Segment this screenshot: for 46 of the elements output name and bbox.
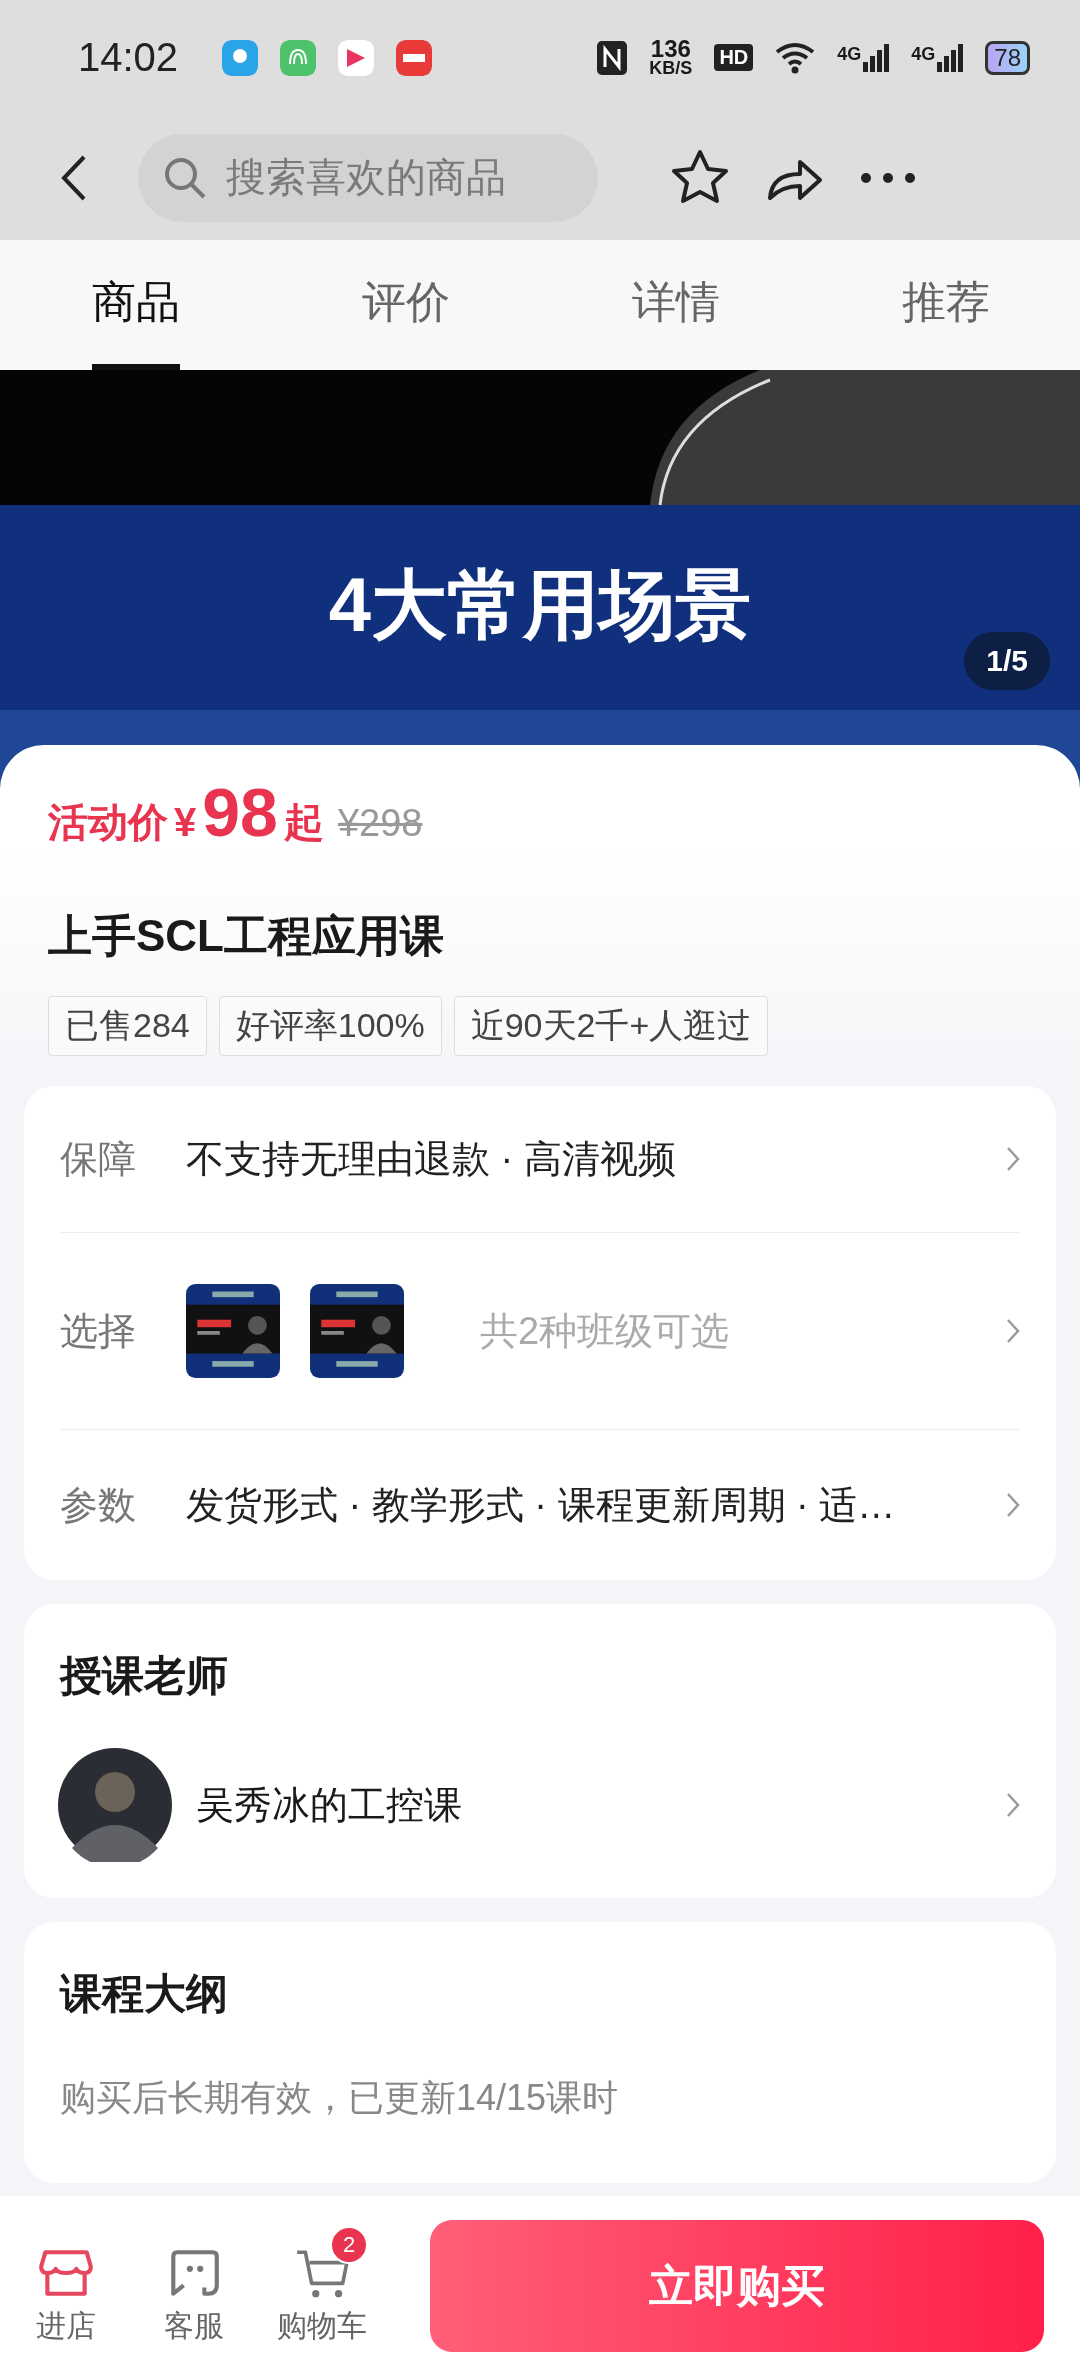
banner-caption: 4大常用场景 [328, 561, 752, 649]
status-time: 14:02 [78, 35, 179, 80]
chevron-right-icon [1006, 1492, 1020, 1518]
app-icon [338, 39, 375, 76]
teacher-name[interactable]: 吴秀冰的工控课 [196, 1779, 982, 1831]
stat-tag: 已售284 [48, 996, 207, 1056]
search-field[interactable]: 搜索喜欢的商品 [138, 133, 598, 222]
section-heading: 课程大纲 [58, 1969, 229, 2019]
tab[interactable]: 推荐 [902, 240, 990, 370]
outline-note: 购买后长期有效，已更新14/15课时 [59, 2076, 620, 2120]
row-value: 发货形式 · 教学形式 · 课程更新周期 · 适… [186, 1482, 897, 1528]
signal-indicator: 4G [837, 43, 890, 72]
hd-indicator: HD [714, 44, 754, 71]
chevron-right-icon [1006, 1318, 1020, 1344]
stat-tag: 好评率100% [218, 996, 442, 1056]
signal-indicator: 4G [911, 43, 964, 72]
stat-tag: 近90天2千+人逛过 [453, 996, 769, 1056]
app-icon [222, 39, 259, 76]
chevron-right-icon [1006, 1146, 1020, 1172]
battery-indicator: 78 [985, 40, 1030, 75]
avatar[interactable] [58, 1748, 172, 1862]
chevron-right-icon [1006, 1792, 1020, 1818]
row-value: 共2种班级可选 [480, 1308, 730, 1354]
count-badge: 2 [330, 2225, 368, 2264]
price-label: 活动价 [48, 799, 168, 846]
original-price: ¥298 [337, 802, 423, 845]
app-icon [396, 39, 433, 76]
row-label: 保障 [60, 1136, 137, 1182]
product-title: 上手SCL工程应用课 [48, 910, 445, 962]
row-label: 参数 [60, 1482, 137, 1528]
network-speed: 136 KB/S [649, 37, 693, 78]
bar-action[interactable]: 客服 [130, 2225, 258, 2347]
wifi-icon [775, 41, 816, 74]
price-amount: 98 [202, 773, 278, 851]
price-suffix: 起 [283, 799, 324, 846]
bar-action[interactable]: 购物车 2 [258, 2225, 386, 2347]
section-heading: 授课老师 [58, 1651, 229, 1701]
nfc-icon [597, 40, 628, 75]
tab[interactable]: 评价 [362, 240, 450, 370]
fingerprint-icon [280, 39, 317, 76]
tab[interactable]: 详情 [632, 240, 720, 370]
buy-button[interactable]: 立即购买 [430, 2220, 1044, 2352]
bar-action[interactable]: 进店 [2, 2225, 130, 2347]
row-label: 选择 [60, 1308, 137, 1354]
currency-symbol: ¥ [174, 800, 197, 845]
row-value: 不支持无理由退款 · 高清视频 [186, 1136, 677, 1182]
